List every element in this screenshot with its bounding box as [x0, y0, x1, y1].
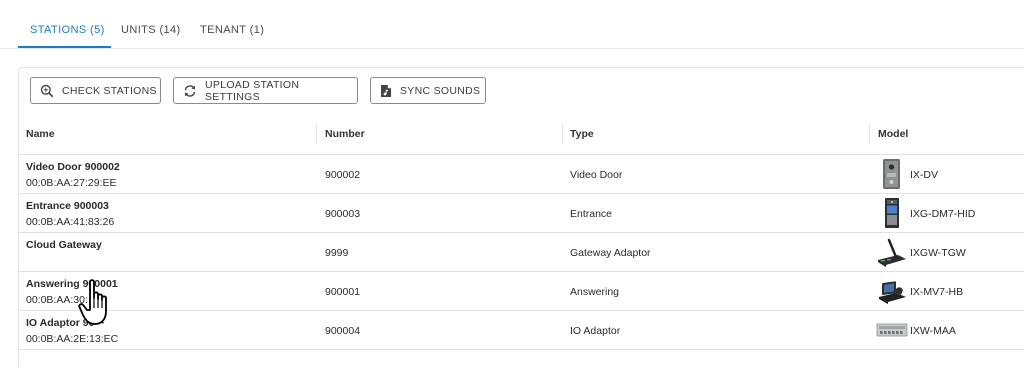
table-row[interactable]: Cloud Gateway 9999 Gateway Adaptor IXGW-…	[18, 233, 1024, 272]
station-type: Entrance	[570, 208, 613, 220]
sync-sounds-button[interactable]: SYNC SOUNDS	[370, 77, 486, 104]
station-mac: 00:0B:AA:30:··:·8	[26, 294, 108, 306]
check-stations-button[interactable]: CHECK STATIONS	[30, 77, 161, 104]
sync-sounds-label: SYNC SOUNDS	[400, 84, 481, 97]
tab-units[interactable]: UNITS (14)	[121, 24, 181, 36]
column-header-number[interactable]: Number	[325, 128, 365, 140]
station-name: Cloud Gateway	[26, 239, 102, 251]
station-type: Video Door	[570, 169, 623, 181]
station-number: 900003	[325, 208, 361, 220]
tab-stations[interactable]: STATIONS (5)	[30, 24, 105, 36]
upload-station-settings-label: UPLOAD STATION SETTINGS	[205, 78, 300, 103]
station-number: 9999	[325, 247, 349, 259]
tab-tenant[interactable]: TENANT (1)	[200, 24, 264, 36]
music-file-icon	[381, 84, 391, 97]
station-name: Answering 900001	[26, 278, 118, 290]
upload-station-settings-button[interactable]: UPLOAD STATION SETTINGS	[173, 77, 358, 104]
station-model: IXG-DM7-HID	[910, 208, 976, 220]
station-type: IO Adaptor	[570, 325, 621, 337]
table-row[interactable]: IO Adaptor 90··· 00:0B:AA:2E:13:EC 90000…	[18, 311, 1024, 350]
entrance-station-icon	[885, 198, 899, 228]
column-header-name[interactable]: Name	[26, 128, 55, 140]
station-name: IO Adaptor 90···	[26, 317, 105, 329]
io-adaptor-icon	[876, 323, 908, 337]
station-name: Video Door 900002	[26, 161, 120, 173]
station-number: 900002	[325, 169, 361, 181]
station-model: IX-MV7-HB	[910, 286, 964, 298]
tab-bar: STATIONS (5) UNITS (14) TENANT (1)	[0, 0, 1024, 49]
search-zoom-icon	[40, 84, 54, 97]
sync-arrows-icon	[184, 84, 196, 97]
table-row[interactable]: Video Door 900002 00:0B:AA:27:29:EE 9000…	[18, 155, 1024, 194]
table-row[interactable]: Entrance 900003 00:0B:AA:41:83:26 900003…	[18, 194, 1024, 233]
station-mac: 00:0B:AA:27:29:EE	[26, 177, 117, 189]
station-mac: 00:0B:AA:41:83:26	[26, 216, 115, 228]
door-station-icon	[883, 159, 900, 189]
active-tab-indicator	[18, 46, 111, 48]
station-mac: 00:0B:AA:2E:13:EC	[26, 333, 119, 345]
column-divider[interactable]	[869, 124, 870, 144]
column-header-type[interactable]: Type	[570, 128, 594, 140]
column-divider[interactable]	[562, 124, 563, 144]
station-type: Answering	[570, 286, 620, 298]
table-row[interactable]: Answering 900001 00:0B:AA:30:··:·8 90000…	[18, 272, 1024, 311]
station-type: Gateway Adaptor	[570, 247, 651, 259]
column-divider[interactable]	[316, 124, 317, 144]
column-header-model[interactable]: Model	[878, 128, 908, 140]
gateway-antenna-icon	[878, 238, 906, 267]
station-number: 900001	[325, 286, 361, 298]
master-station-icon	[879, 281, 906, 304]
check-stations-label: CHECK STATIONS	[62, 84, 157, 97]
station-name: Entrance 900003	[26, 200, 109, 212]
station-model: IX-DV	[910, 169, 939, 181]
station-model: IXGW-TGW	[910, 247, 966, 259]
station-number: 900004	[325, 325, 361, 337]
table-header: Name Number Type Model	[18, 114, 1024, 155]
station-model: IXW-MAA	[910, 325, 956, 337]
